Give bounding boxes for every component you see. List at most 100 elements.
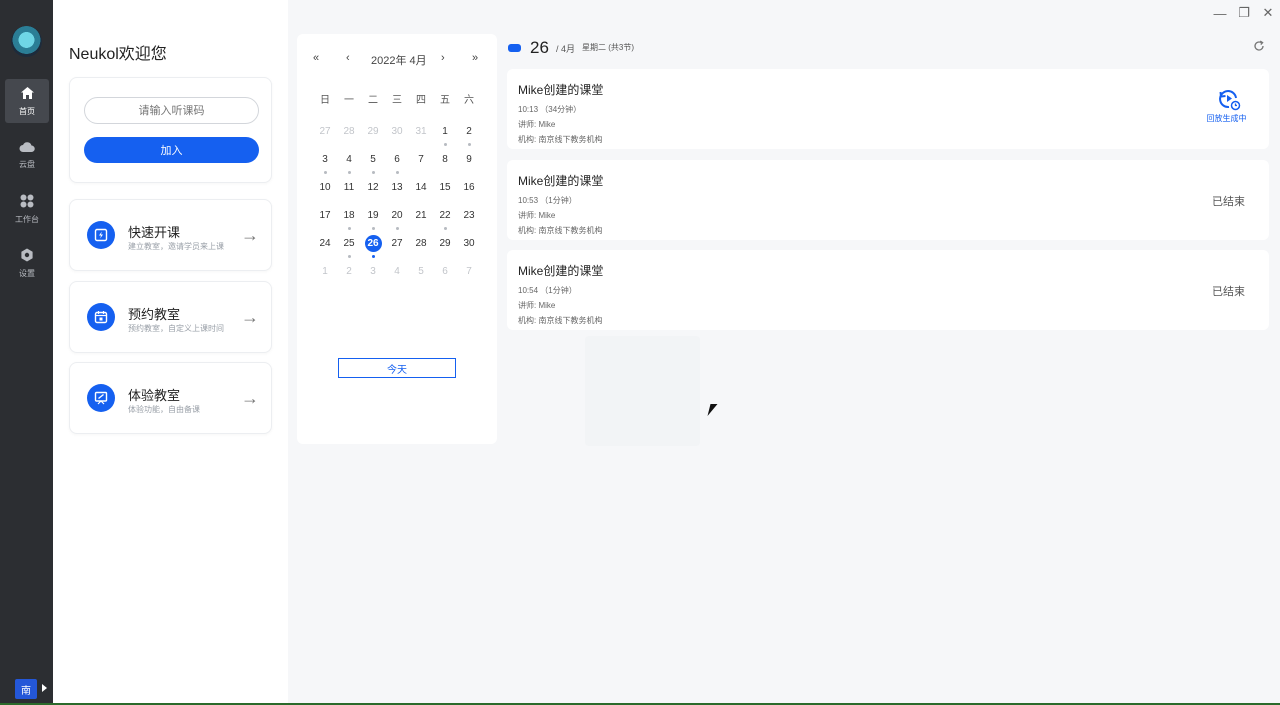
refresh-icon[interactable] — [1253, 40, 1265, 55]
today-button[interactable]: 今天 — [338, 358, 456, 378]
calendar-day[interactable]: 28 — [409, 235, 433, 263]
calendar-day[interactable]: 27 — [313, 123, 337, 151]
calendar-day[interactable]: 2 — [457, 123, 481, 151]
calendar-day[interactable]: 22 — [433, 207, 457, 235]
calendar-day[interactable]: 14 — [409, 179, 433, 207]
calendar-day[interactable]: 30 — [385, 123, 409, 151]
calendar-day[interactable]: 1 — [313, 263, 337, 291]
lesson-title: Mike创建的课堂 — [518, 174, 604, 188]
expand-arrow-icon[interactable] — [42, 684, 47, 692]
calendar-day[interactable]: 5 — [361, 151, 385, 179]
minimize-button[interactable]: — — [1208, 1, 1232, 25]
calendar-day[interactable]: 28 — [337, 123, 361, 151]
lesson-card[interactable]: Mike创建的课堂 10:13 （34分钟） 讲师: Mike 机构: 南京线下… — [507, 69, 1269, 149]
replay-status[interactable]: 回放生成中 — [1207, 87, 1249, 124]
next-year-button[interactable]: » — [472, 52, 478, 64]
calendar-day[interactable]: 30 — [457, 235, 481, 263]
left-rail: 首页 云盘 工作台 设置 南 — [0, 0, 53, 705]
calendar-header: « ‹ 2022年 4月 › » — [297, 52, 497, 68]
lesson-card[interactable]: Mike创建的课堂 10:54 （1分钟） 讲师: Mike 机构: 南京线下教… — [507, 250, 1269, 330]
calendar-day[interactable]: 7 — [409, 151, 433, 179]
calendar-day-number: 26 — [364, 235, 382, 252]
calendar-day-number: 11 — [343, 182, 355, 193]
calendar-day-number: 8 — [442, 154, 448, 165]
lesson-time: 10:13 （34分钟） — [518, 105, 582, 114]
book-classroom-card[interactable]: 预约教室 预约教室，自定义上课时间 → — [69, 281, 272, 353]
calendar-day[interactable]: 4 — [337, 151, 361, 179]
replay-status-label: 回放生成中 — [1206, 114, 1247, 123]
calendar-day-number: 9 — [466, 154, 472, 165]
calendar-day[interactable]: 13 — [385, 179, 409, 207]
nav-cloud[interactable]: 云盘 — [5, 133, 49, 177]
calendar-day[interactable]: 8 — [433, 151, 457, 179]
calendar-day-selected[interactable]: 26 — [361, 235, 385, 263]
prev-year-button[interactable]: « — [313, 52, 319, 64]
calendar-day-number: 25 — [343, 238, 355, 249]
calendar-day[interactable]: 6 — [385, 151, 409, 179]
lesson-org: 机构: 南京线下教务机构 — [518, 226, 603, 235]
calendar-day[interactable]: 2 — [337, 263, 361, 291]
lesson-teacher: 讲师: Mike — [518, 211, 556, 220]
calendar-day[interactable]: 10 — [313, 179, 337, 207]
calendar-day[interactable]: 11 — [337, 179, 361, 207]
arrow-right-icon: → — [241, 388, 259, 408]
close-button[interactable]: ✕ — [1256, 1, 1280, 25]
book-classroom-title: 预约教室 — [128, 307, 181, 322]
calendar-day[interactable]: 4 — [385, 263, 409, 291]
calendar-day[interactable]: 18 — [337, 207, 361, 235]
calendar-day[interactable]: 5 — [409, 263, 433, 291]
calendar-day-number: 4 — [394, 266, 400, 277]
calendar-day[interactable]: 17 — [313, 207, 337, 235]
calendar-day[interactable]: 21 — [409, 207, 433, 235]
nav-workbench[interactable]: 工作台 — [5, 187, 49, 231]
nav-cloud-label: 云盘 — [19, 159, 35, 169]
calendar-day[interactable]: 27 — [385, 235, 409, 263]
lesson-indicator-dot — [324, 171, 327, 174]
class-code-input[interactable] — [84, 97, 259, 124]
home-icon — [20, 86, 35, 103]
trial-classroom-card[interactable]: 体验教室 体验功能，自由备课 → — [69, 362, 272, 434]
faded-qr-overlay — [585, 336, 700, 446]
selected-day: 26 — [530, 38, 549, 57]
calendar-day[interactable]: 29 — [361, 123, 385, 151]
calendar-day[interactable]: 24 — [313, 235, 337, 263]
calendar-day[interactable]: 6 — [433, 263, 457, 291]
calendar-day[interactable]: 20 — [385, 207, 409, 235]
calendar-day[interactable]: 31 — [409, 123, 433, 151]
calendar-day[interactable]: 3 — [313, 151, 337, 179]
calendar-day-number: 15 — [439, 182, 451, 193]
nav-home[interactable]: 首页 — [5, 79, 49, 123]
next-month-button[interactable]: › — [441, 52, 445, 64]
org-switch-button[interactable]: 南 — [15, 679, 37, 699]
calendar-day[interactable]: 25 — [337, 235, 361, 263]
join-button[interactable]: 加入 — [84, 137, 259, 163]
calendar-day-number: 7 — [466, 266, 472, 277]
calendar-day[interactable]: 19 — [361, 207, 385, 235]
mouse-cursor — [707, 404, 718, 416]
calendar-day[interactable]: 15 — [433, 179, 457, 207]
lesson-card[interactable]: Mike创建的课堂 10:53 （1分钟） 讲师: Mike 机构: 南京线下教… — [507, 160, 1269, 240]
prev-month-button[interactable]: ‹ — [346, 52, 350, 64]
calendar-day[interactable]: 29 — [433, 235, 457, 263]
calendar-day[interactable]: 7 — [457, 263, 481, 291]
calendar-day-number: 1 — [322, 266, 328, 277]
calendar-day-number: 30 — [391, 126, 403, 137]
calendar-day-number: 21 — [415, 210, 427, 221]
lightning-icon — [87, 221, 115, 249]
calendar-day[interactable]: 3 — [361, 263, 385, 291]
calendar-day[interactable]: 1 — [433, 123, 457, 151]
weekday-label: 五 — [440, 95, 450, 106]
calendar-day-number: 10 — [319, 182, 331, 193]
calendar-day[interactable]: 16 — [457, 179, 481, 207]
book-classroom-desc: 预约教室，自定义上课时间 — [128, 324, 224, 333]
lesson-indicator-dot — [372, 255, 375, 258]
calendar-day[interactable]: 9 — [457, 151, 481, 179]
calendar-day[interactable]: 23 — [457, 207, 481, 235]
nav-settings[interactable]: 设置 — [5, 241, 49, 285]
restore-button[interactable]: ❐ — [1232, 1, 1256, 25]
lesson-indicator-dot — [348, 171, 351, 174]
quick-start-card[interactable]: 快速开课 建立教室，邀请学员来上课 → — [69, 199, 272, 271]
trial-classroom-title: 体验教室 — [128, 388, 181, 403]
calendar-day[interactable]: 12 — [361, 179, 385, 207]
calendar-day-number: 23 — [463, 210, 475, 221]
